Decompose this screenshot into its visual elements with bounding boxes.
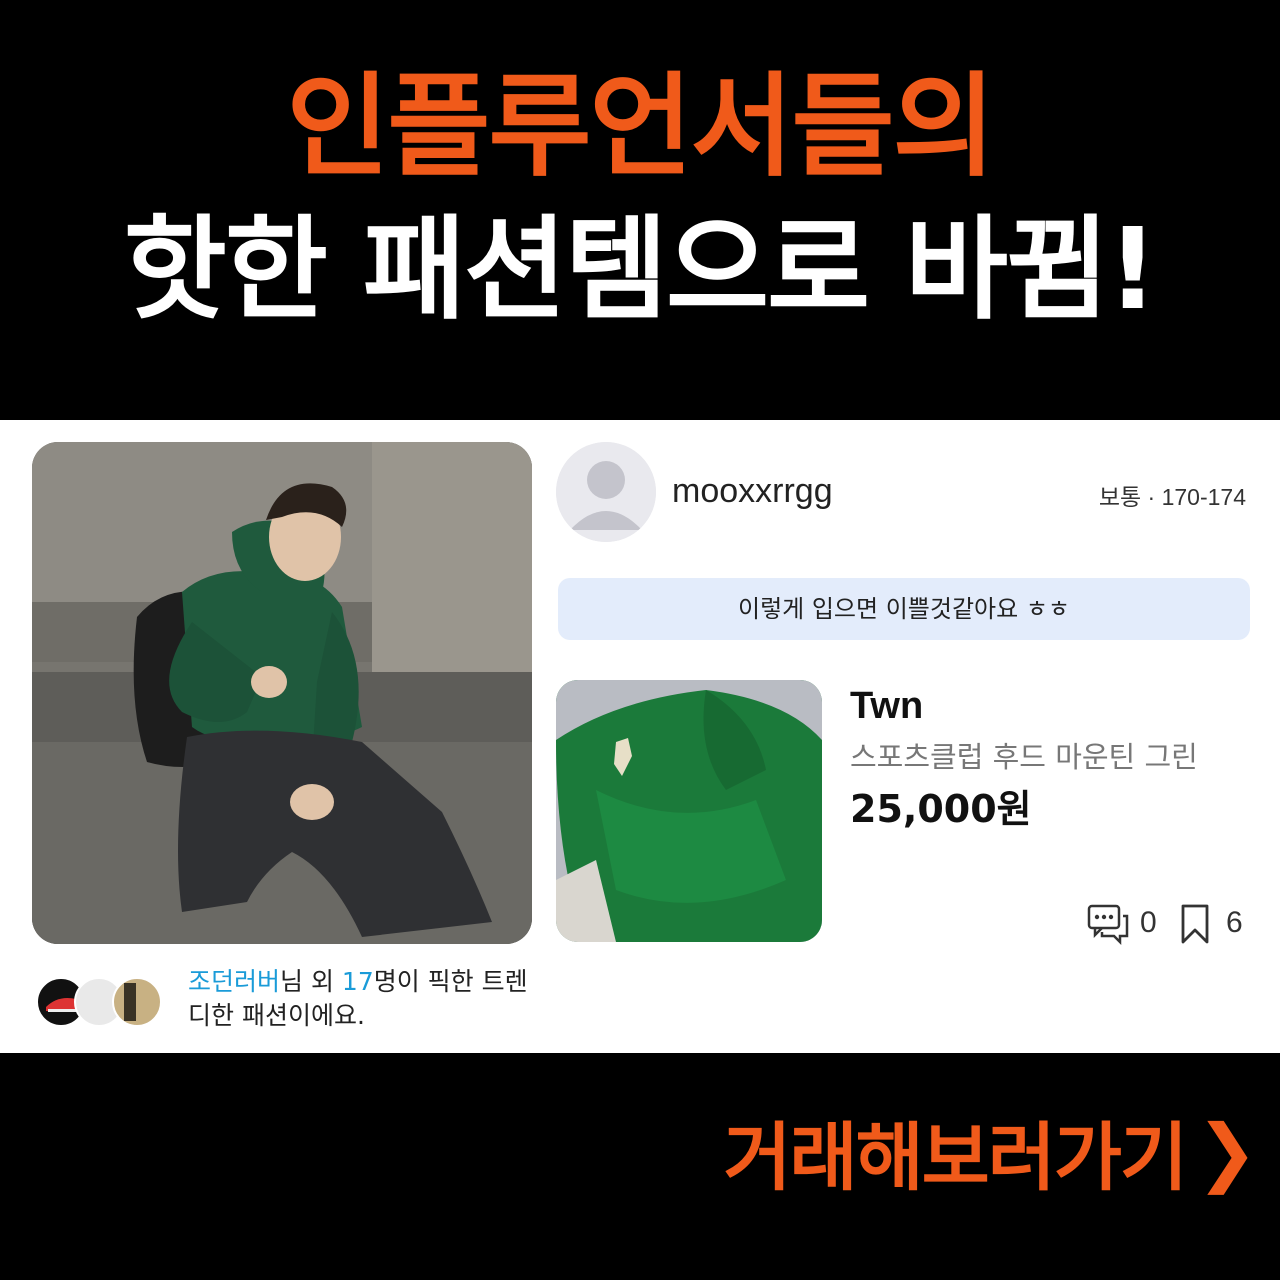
trade-cta-button[interactable]: 거래해보러가기 ❯ xyxy=(723,1098,1258,1205)
post-card: 조던러버님 외 17명이 픽한 트렌디한 패션이에요. mooxxrrgg 보통… xyxy=(0,420,1280,1053)
product-photo[interactable] xyxy=(556,680,822,942)
picked-by-text: 조던러버님 외 17명이 픽한 트렌디한 패션이에요. xyxy=(188,965,528,1033)
picked-by-username[interactable]: 조던러버 xyxy=(188,967,280,996)
cta-label: 거래해보러가기 xyxy=(723,1115,1188,1201)
seller-comment: 이렇게 입으면 이쁠것같아요 ㅎㅎ xyxy=(558,578,1250,640)
chat-bubbles-icon[interactable] xyxy=(1086,902,1130,954)
comment-count: 0 xyxy=(1140,906,1157,939)
avatar xyxy=(112,977,162,1027)
chevron-right-icon: ❯ xyxy=(1195,1108,1258,1195)
headline-line-1: 인플루언서들의 xyxy=(286,62,995,192)
product-brand: Twn xyxy=(850,685,924,727)
seller-username[interactable]: mooxxrrgg xyxy=(672,472,833,511)
headline-line-2: 핫한 패션템으로 바뀜! xyxy=(123,205,1158,335)
outfit-photo[interactable] xyxy=(32,442,532,944)
product-price: 25,000원 xyxy=(850,787,1032,831)
bookmark-icon[interactable] xyxy=(1178,902,1212,954)
picker-avatars xyxy=(36,977,166,1027)
picked-count: 17 xyxy=(341,967,374,996)
size-info: 보통 · 170-174 xyxy=(1098,484,1246,510)
default-avatar-icon[interactable] xyxy=(556,442,656,542)
bookmark-count: 6 xyxy=(1226,906,1243,939)
picked-by-text-part: 님 외 xyxy=(280,967,342,996)
picked-by-row: 조던러버님 외 17명이 픽한 트렌디한 패션이에요. xyxy=(36,965,536,1035)
product-name[interactable]: 스포츠클럽 후드 마운틴 그린 xyxy=(850,734,1198,776)
